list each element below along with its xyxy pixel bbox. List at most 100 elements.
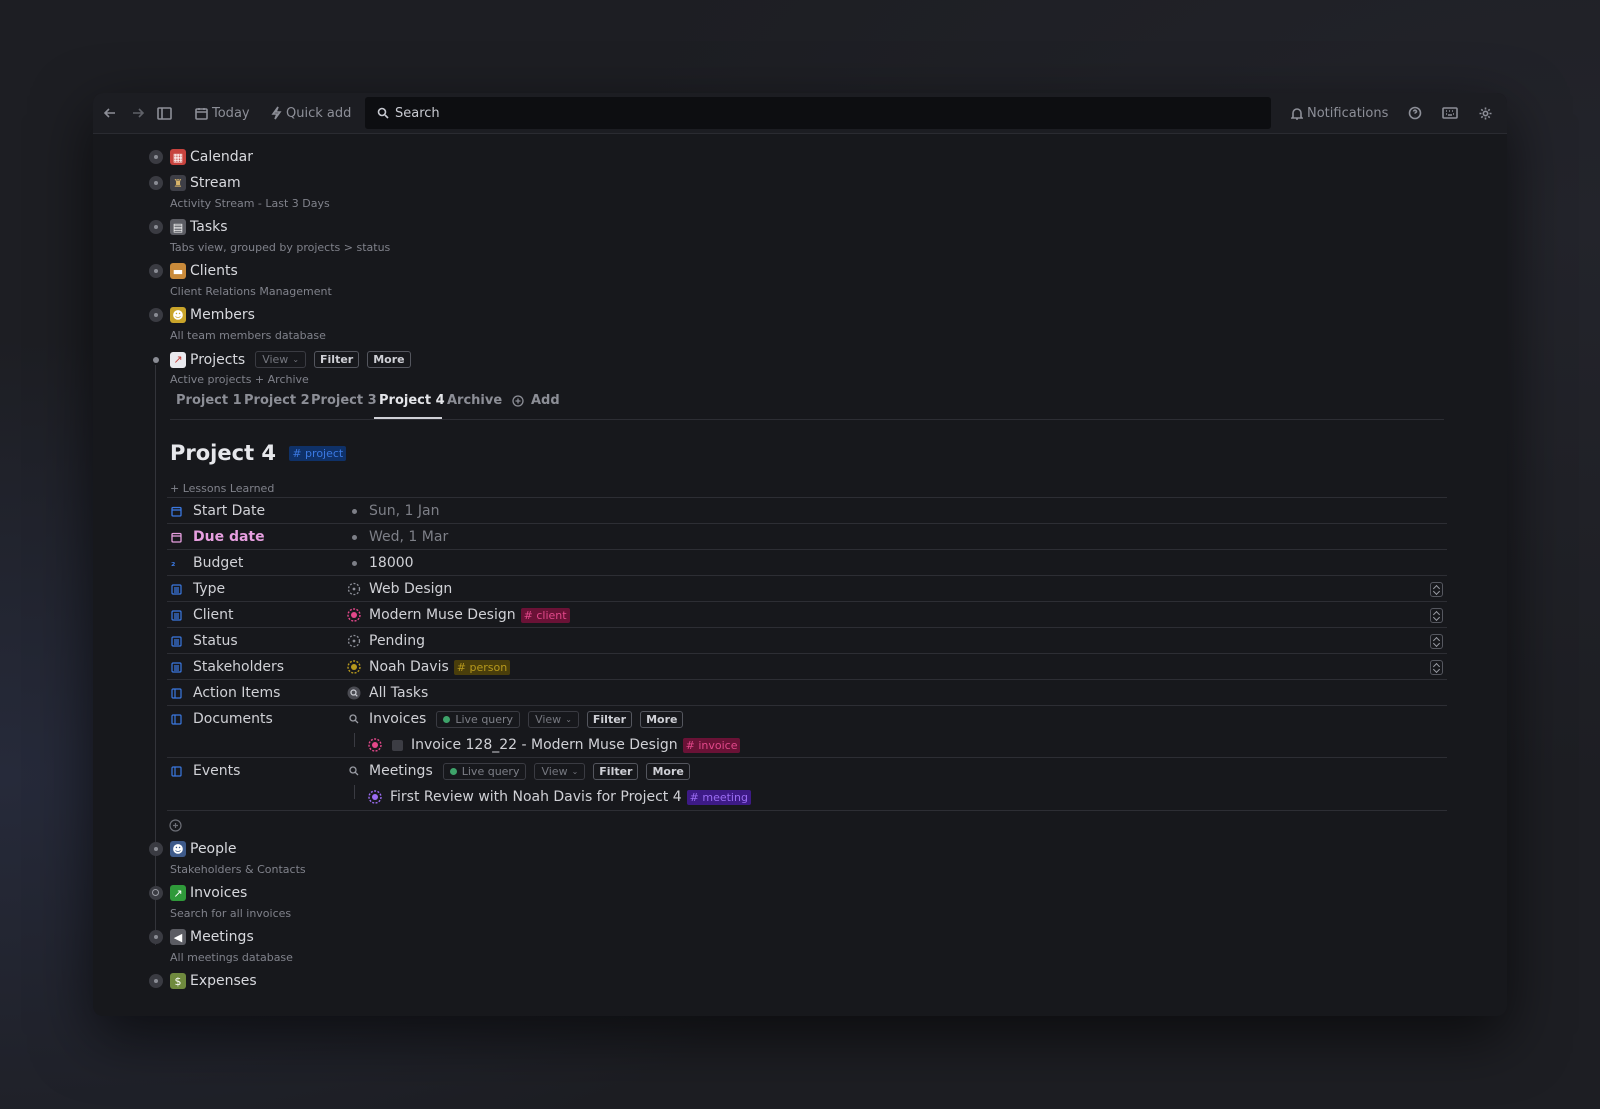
sidebar-item-meetings[interactable]: ◀ Meetings	[149, 929, 254, 945]
search-icon	[347, 714, 361, 724]
tab-project-1[interactable]: Project 1	[176, 393, 242, 408]
budget-value[interactable]: 18000	[347, 550, 414, 576]
status-value[interactable]: Pending	[347, 628, 425, 654]
live-dot-icon	[449, 767, 457, 775]
client-circle-icon	[347, 608, 361, 622]
person-tag[interactable]: # person	[453, 659, 511, 675]
filter-button[interactable]: Filter	[593, 762, 639, 780]
stakeholders-value[interactable]: Noah Davis # person	[347, 654, 511, 680]
prop-label: Status	[193, 633, 238, 649]
panel-icon	[171, 687, 185, 699]
prop-row-events: Events Meetings Live query View ⌄ Filter …	[167, 757, 1447, 811]
page-title: Project 4 # project	[170, 441, 347, 465]
app-window: Today Quick add Search Notifications ▦ C…	[93, 93, 1507, 1016]
sidebar-item-label: Expenses	[190, 973, 257, 989]
sidebar-item-projects[interactable]: ↗ Projects View ⌄ Filter More	[149, 351, 411, 368]
quick-add-button[interactable]: Quick add	[271, 93, 351, 133]
bullet-icon[interactable]	[149, 842, 163, 856]
prop-value: Modern Muse Design	[369, 607, 516, 623]
back-button[interactable]	[103, 93, 117, 133]
meeting-item[interactable]: First Review with Noah Davis for Project…	[368, 784, 751, 810]
bullet-icon[interactable]	[149, 930, 163, 944]
bell-icon	[1291, 107, 1303, 120]
tab-archive[interactable]: Archive	[447, 393, 502, 408]
settings-button[interactable]	[1478, 93, 1493, 133]
live-query-badge[interactable]: Live query	[442, 762, 527, 780]
quick-add-label: Quick add	[286, 105, 352, 121]
invoice-item[interactable]: Invoice 128_22 - Modern Muse Design # in…	[368, 732, 741, 758]
stepper-icon[interactable]	[1430, 582, 1443, 597]
add-property-button[interactable]	[169, 817, 182, 836]
help-button[interactable]	[1408, 93, 1422, 133]
prop-name: Stakeholders	[167, 654, 284, 680]
tab-add[interactable]: Add	[512, 393, 560, 408]
list-icon	[171, 583, 185, 595]
prop-value: 18000	[369, 555, 414, 571]
action-items-value[interactable]: All Tasks	[347, 680, 428, 706]
sidebar-item-people[interactable]: ☻ People	[149, 841, 237, 857]
notifications-button[interactable]: Notifications	[1291, 93, 1388, 133]
sidebar-item-clients[interactable]: ▬ Clients	[149, 263, 238, 279]
today-button[interactable]: Today	[195, 93, 250, 133]
meeting-tag[interactable]: # meeting	[686, 789, 751, 805]
more-button[interactable]: More	[640, 710, 684, 728]
query-name[interactable]: Invoices	[369, 711, 426, 727]
add-lessons-learned[interactable]: + Lessons Learned	[170, 482, 274, 495]
bullet-icon[interactable]	[149, 308, 163, 322]
sidebar-item-description: Client Relations Management	[170, 285, 332, 298]
prop-label: Client	[193, 607, 234, 623]
tree-guide-line	[155, 365, 156, 945]
prop-value: All Tasks	[369, 685, 429, 701]
query-bullet-icon[interactable]	[149, 886, 163, 900]
bullet-icon[interactable]	[149, 176, 163, 190]
sidebar-item-description: All team members database	[170, 329, 326, 342]
tab-project-4[interactable]: Project 4	[379, 393, 445, 408]
keyboard-button[interactable]	[1442, 93, 1458, 133]
sidebar-item-members[interactable]: ☻ Members	[149, 307, 255, 323]
calendar-emoji-icon: ▦	[170, 149, 186, 165]
sidebar-item-stream[interactable]: ♜ Stream	[149, 175, 241, 191]
bullet-icon[interactable]	[149, 264, 163, 278]
filter-button[interactable]: Filter	[586, 710, 633, 728]
notifications-label: Notifications	[1307, 105, 1389, 121]
bullet-icon[interactable]	[149, 150, 163, 164]
prop-row-due-date: Due date Wed, 1 Mar	[167, 523, 1447, 550]
client-tag[interactable]: # client	[520, 607, 570, 623]
live-query-label: Live query	[455, 712, 514, 726]
project-tag[interactable]: # project	[289, 446, 347, 461]
prop-value: Sun, 1 Jan	[369, 503, 440, 519]
sidebar-toggle-button[interactable]	[157, 93, 172, 133]
prop-row-type: Type Web Design	[167, 575, 1447, 602]
tab-project-3[interactable]: Project 3	[311, 393, 377, 408]
bullet-icon[interactable]	[153, 356, 159, 363]
view-dropdown[interactable]: View ⌄	[255, 351, 307, 368]
stepper-icon[interactable]	[1430, 634, 1443, 649]
tab-project-2[interactable]: Project 2	[244, 393, 310, 408]
due-date-value[interactable]: Wed, 1 Mar	[347, 524, 448, 550]
filter-button[interactable]: Filter	[314, 351, 360, 368]
clipboard-emoji-icon: ▤	[170, 219, 186, 235]
client-value[interactable]: Modern Muse Design # client	[347, 602, 570, 628]
view-dropdown[interactable]: View ⌄	[534, 762, 586, 780]
more-button[interactable]: More	[367, 351, 411, 368]
start-date-value[interactable]: Sun, 1 Jan	[347, 498, 439, 524]
type-value[interactable]: Web Design	[347, 576, 452, 602]
checkbox[interactable]	[392, 739, 403, 751]
more-button[interactable]: More	[646, 762, 690, 780]
prop-label: Action Items	[193, 685, 281, 701]
stepper-icon[interactable]	[1430, 608, 1443, 623]
sidebar-item-calendar[interactable]: ▦ Calendar	[149, 149, 253, 165]
bullet-icon[interactable]	[149, 220, 163, 234]
live-query-badge[interactable]: Live query	[436, 710, 521, 728]
sidebar-item-expenses[interactable]: $ Expenses	[149, 973, 257, 989]
sidebar-item-tasks[interactable]: ▤ Tasks	[149, 219, 228, 235]
stepper-icon[interactable]	[1430, 660, 1443, 675]
invoice-tag[interactable]: # invoice	[682, 737, 741, 753]
prop-name: Start Date	[167, 498, 265, 524]
search-input[interactable]: Search	[365, 97, 1271, 129]
sidebar-item-invoices[interactable]: ↗ Invoices	[149, 885, 247, 901]
forward-button[interactable]	[131, 93, 145, 133]
view-dropdown[interactable]: View ⌄	[528, 710, 579, 728]
query-name[interactable]: Meetings	[369, 763, 433, 779]
bullet-icon[interactable]	[149, 974, 163, 988]
